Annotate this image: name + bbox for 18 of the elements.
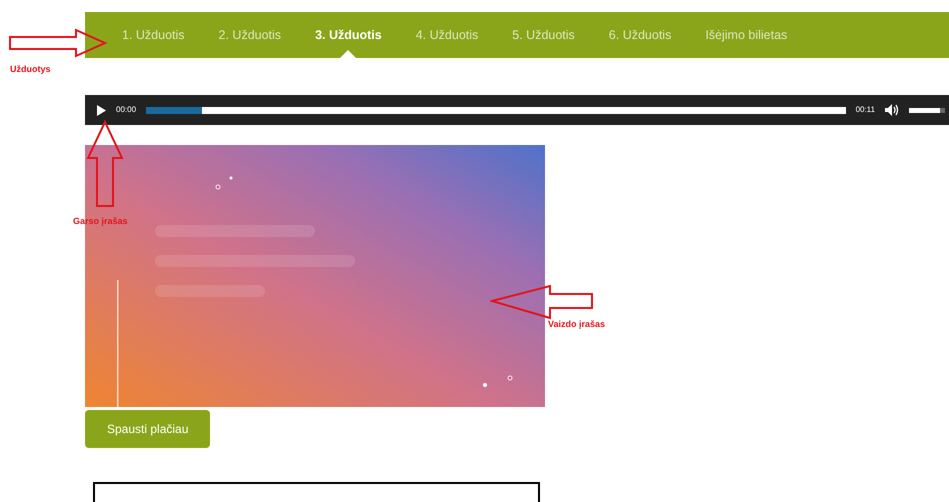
annotation-label: Užduotys xyxy=(10,63,50,76)
current-time: 00:00 xyxy=(116,104,136,116)
tab[interactable]: 3. Užduotis xyxy=(298,12,399,58)
volume-icon[interactable] xyxy=(885,104,899,116)
tab[interactable]: 1. Užduotis xyxy=(105,12,202,58)
arrow-icon xyxy=(8,28,108,58)
more-button[interactable]: Spausti plačiau xyxy=(85,410,210,448)
tab[interactable]: 4. Užduotis xyxy=(398,12,496,58)
arrow-icon xyxy=(86,120,124,210)
duration: 00:11 xyxy=(856,104,875,116)
tab[interactable]: Išėjimo bilietas xyxy=(688,12,804,58)
play-icon[interactable] xyxy=(97,104,106,116)
tab[interactable]: 5. Užduotis xyxy=(495,12,592,58)
progress-track[interactable] xyxy=(146,106,846,114)
tab[interactable]: 2. Užduotis xyxy=(202,12,298,58)
annotation-label: Vaizdo įrašas xyxy=(548,318,606,331)
arrow-icon xyxy=(490,284,594,322)
tab[interactable]: 6. Užduotis xyxy=(592,12,688,58)
